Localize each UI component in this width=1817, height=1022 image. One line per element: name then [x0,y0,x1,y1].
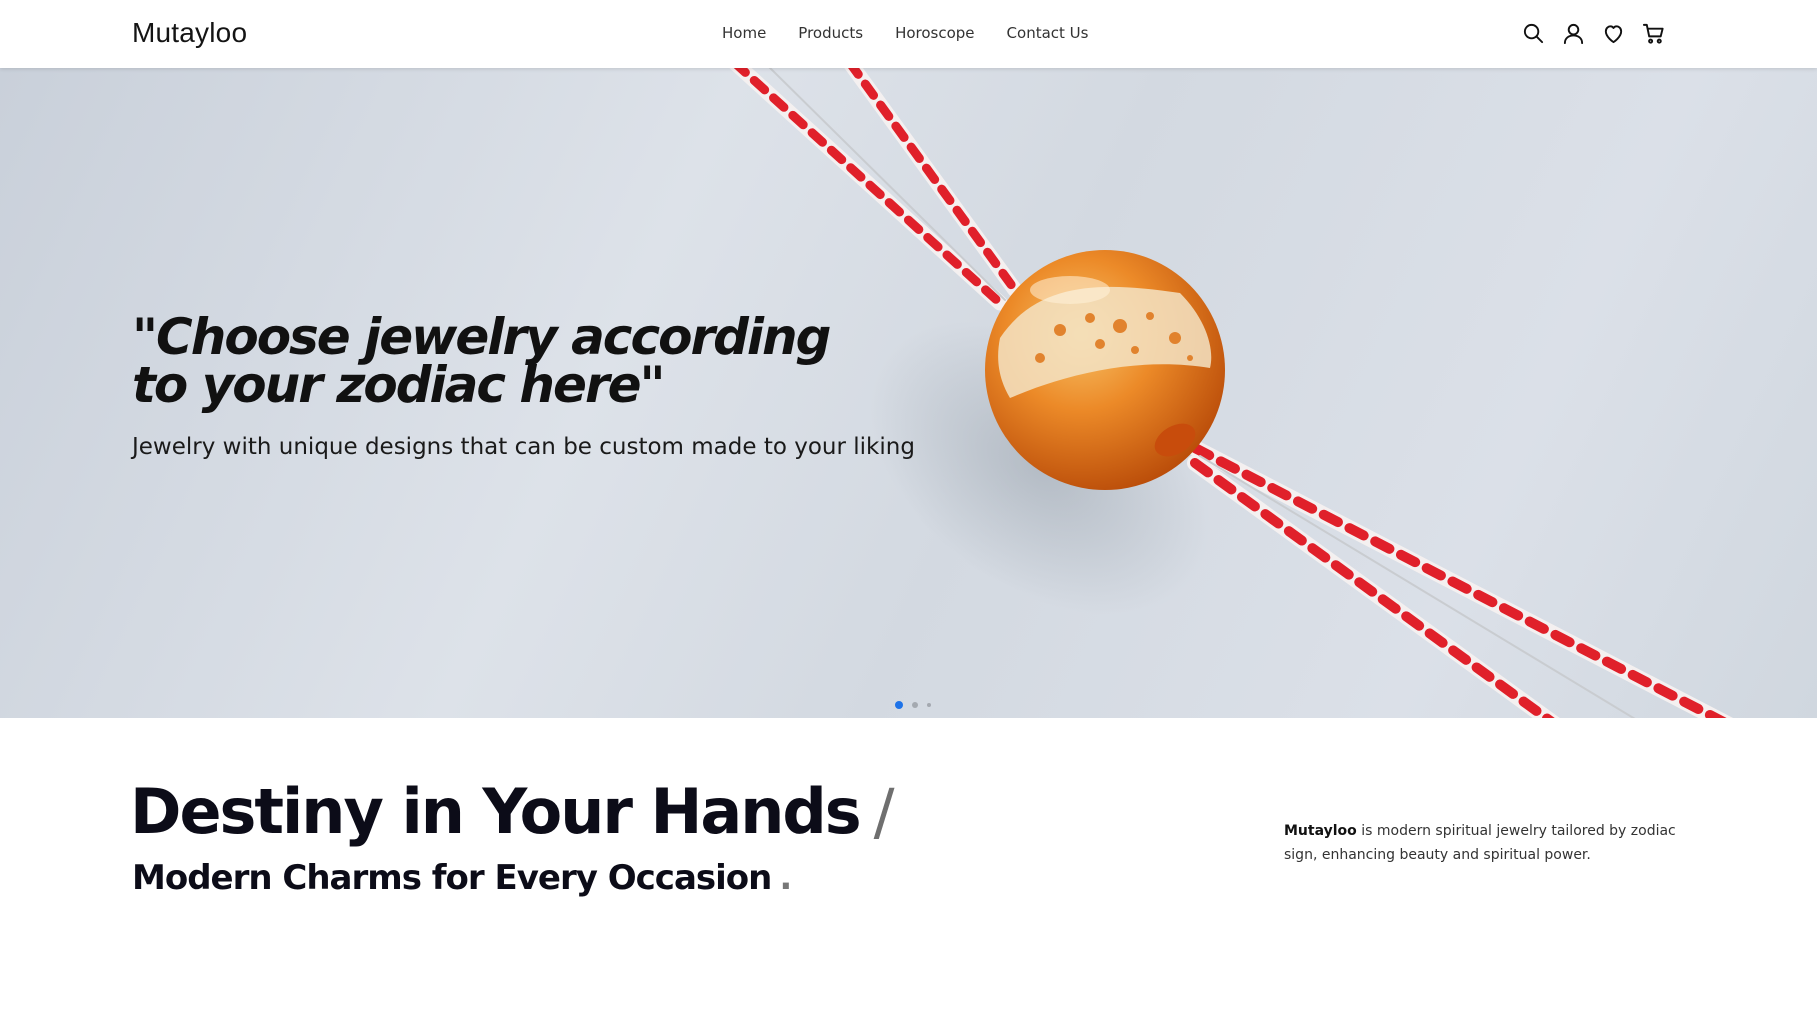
main-nav: Home Products Horoscope Contact Us [722,24,1120,42]
carousel-dot-2[interactable] [912,702,918,708]
subheadline-text: Modern Charms for Every Occasion [132,858,772,898]
hero-banner: "Choose jewelry according to your zodiac… [0,68,1817,718]
subheadline-mark: . [779,858,792,898]
headline-text: Destiny in Your Hands [130,775,862,848]
carousel-dot-1[interactable] [895,701,903,709]
nav-products-link[interactable]: Products [798,24,863,42]
hero-subtitle: Jewelry with unique designs that can be … [132,434,915,460]
carousel-dot-3[interactable] [927,703,931,707]
nav-horoscope-link[interactable]: Horoscope [895,24,974,42]
headline-mark: / [873,775,895,848]
header-actions [1522,22,1665,45]
nav-home-link[interactable]: Home [722,24,766,42]
cart-icon[interactable] [1642,22,1665,45]
brand-description: Mutayloo is modern spiritual jewelry tai… [1284,819,1684,867]
carousel-indicators [895,701,931,709]
heart-icon[interactable] [1602,22,1625,45]
user-icon[interactable] [1562,22,1585,45]
site-header: Mutayloo Home Products Horoscope Contact… [0,0,1817,68]
brand-name: Mutayloo [1284,823,1357,839]
nav-contact-link[interactable]: Contact Us [1007,24,1089,42]
hero-title: "Choose jewelry according to your zodiac… [132,308,831,414]
search-icon[interactable] [1522,22,1545,45]
site-logo[interactable]: Mutayloo [132,17,247,49]
section-headline: Destiny in Your Hands / [130,775,895,848]
section-subheadline: Modern Charms for Every Occasion. [132,858,792,898]
